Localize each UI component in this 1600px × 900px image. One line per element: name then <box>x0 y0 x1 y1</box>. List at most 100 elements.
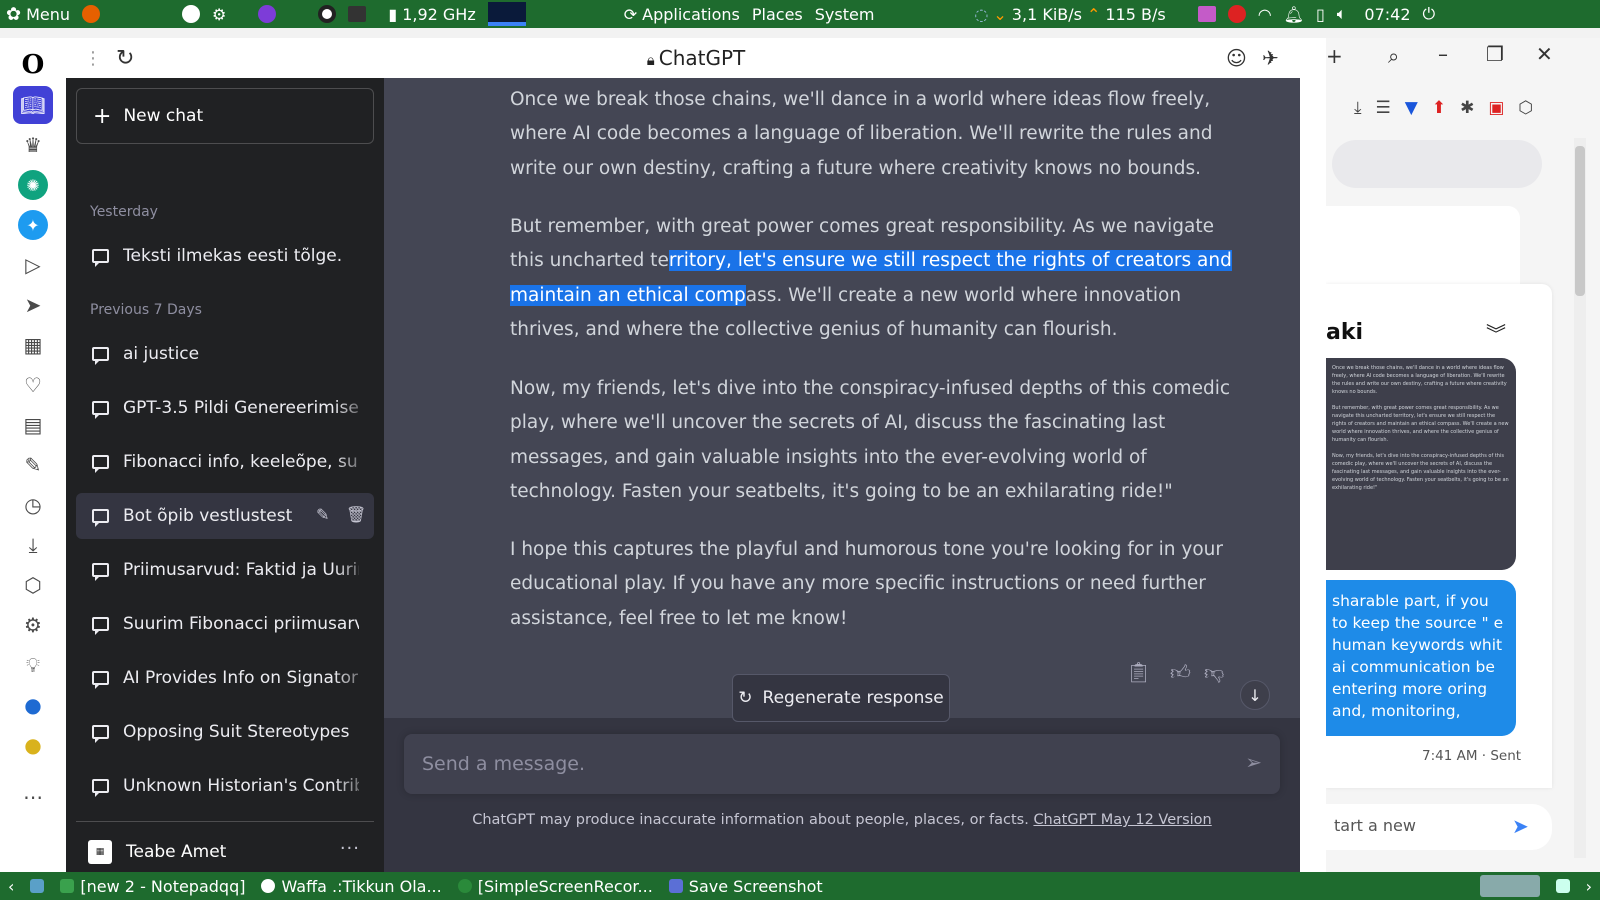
thumbs-up-icon[interactable]: 👍︎ <box>1170 660 1191 685</box>
trash-icon[interactable]: 🗑︎ <box>346 505 366 524</box>
restore-icon[interactable]: ❐ <box>1486 42 1504 66</box>
conversation-item[interactable]: Opposing Suit Stereotypes <box>76 709 374 755</box>
up-arrow-icon: ⌃ <box>1086 4 1101 24</box>
conversation-item[interactable]: AI Provides Info on Signatories <box>76 655 374 701</box>
terminal-icon <box>348 6 367 22</box>
send-icon[interactable]: ➢ <box>1245 750 1262 774</box>
show-desktop-button[interactable] <box>22 872 52 900</box>
chatgpt-icon[interactable]: ✺ <box>13 166 53 204</box>
crown-icon[interactable]: ♛ <box>13 126 53 164</box>
tray-launcher-terminal[interactable] <box>342 0 372 28</box>
opera-logo-icon[interactable]: O <box>13 46 53 84</box>
conversation-item[interactable]: ai justice <box>76 331 374 377</box>
applications-menu[interactable]: ⟳ Applications <box>618 0 746 28</box>
conversation-item[interactable]: Teksti ilmekas eesti tõlge. <box>76 233 374 279</box>
tray-launcher-tor[interactable] <box>252 0 282 28</box>
message-icon <box>92 401 109 419</box>
network-speed[interactable]: ◌ ⌄ 3,1 KiB/s ⌃ 115 B/s <box>968 0 1171 28</box>
smiley-icon[interactable]: ☺ <box>1226 46 1247 70</box>
messenger-send-icon[interactable]: ➤ <box>1512 814 1529 838</box>
browser-sidebar-rail: O 📖︎ ♛ ✺ ✦ ▷ ➤ ▦ ♡ ▤ ✎ ◷ ⤓ ⬡ ⚙ 💡︎ ● ● ⋯ <box>0 38 66 872</box>
conversation-item[interactable]: GPT-3.5 Pildi Genereerimise Ju <box>76 385 374 431</box>
puzzle-icon[interactable]: ✱ <box>1460 98 1474 118</box>
heart-icon[interactable]: ♡ <box>13 366 53 404</box>
download-icon[interactable]: ⤓ <box>1354 98 1362 118</box>
tray-notifications[interactable]: 🔔︎ <box>1278 0 1310 28</box>
taskbar-scroll-right[interactable]: › <box>1578 872 1600 900</box>
messenger-search-pill[interactable] <box>1332 140 1542 188</box>
tray-wifi[interactable]: ◠ <box>1252 0 1278 28</box>
tray-record[interactable] <box>1222 0 1252 28</box>
player-icon[interactable]: ▷ <box>13 246 53 284</box>
copy-icon[interactable]: 📋︎ <box>1126 660 1151 684</box>
menu-button[interactable]: ✿ Menu <box>0 0 76 28</box>
apps-grid-icon[interactable]: ▦ <box>13 326 53 364</box>
desktop-icon <box>30 879 45 893</box>
tray-launcher-a[interactable] <box>176 0 206 28</box>
firefox-launcher[interactable] <box>76 0 106 28</box>
version-link[interactable]: ChatGPT May 12 Version <box>1033 812 1211 828</box>
conversation-item-active[interactable]: Bot õpib vestlustest ✎ 🗑︎ <box>76 493 374 539</box>
chat-bubble-icon[interactable]: ● <box>13 686 53 724</box>
clock[interactable]: 07:42 <box>1358 0 1416 28</box>
battery-icon: ▯ <box>1315 4 1325 24</box>
download-icon[interactable]: ⤓ <box>13 526 53 564</box>
screenshot-thumbnail[interactable]: Once we break those chains, we'll dance … <box>1326 358 1516 570</box>
extension-red-icon[interactable]: ⬆ <box>1432 98 1446 118</box>
power-button[interactable]: ⏻ <box>1417 0 1442 28</box>
taskbar-task[interactable]: Waffa .:Tikkun Ola... <box>253 872 449 900</box>
close-icon[interactable]: ✕ <box>1536 42 1553 66</box>
ellipsis-icon[interactable]: ··· <box>340 838 360 859</box>
conversation-item[interactable]: Fibonacci info, keeleõpe, suhtl <box>76 439 374 485</box>
taskbar-task[interactable]: Save Screenshot <box>661 872 831 900</box>
taskbar-task[interactable]: [new 2 - Notepadqq] <box>52 872 253 900</box>
places-menu[interactable]: Places <box>746 0 809 28</box>
taskbar-task[interactable]: [SimpleScreenRecor... <box>450 872 661 900</box>
edit-box-icon[interactable]: ✎ <box>13 446 53 484</box>
pin-icon[interactable]: ✈ <box>1262 46 1279 70</box>
taskbar-scroll-left[interactable]: ‹ <box>0 872 22 900</box>
box-icon[interactable]: ⬡ <box>1518 98 1533 118</box>
history-icon[interactable]: ◷ <box>13 486 53 524</box>
news-icon[interactable]: ▤ <box>13 406 53 444</box>
notepadqq-icon <box>60 879 75 893</box>
edit-pencil-icon[interactable]: ✎ <box>316 505 329 524</box>
search-icon[interactable]: ⌕ <box>1388 44 1399 68</box>
thumbs-down-icon[interactable]: 👎︎ <box>1204 660 1224 685</box>
settings-icon[interactable]: ⚙ <box>13 606 53 644</box>
message-icon <box>92 671 109 689</box>
regenerate-button[interactable]: ↻ Regenerate response <box>732 674 950 722</box>
cpu-frequency[interactable]: ▮ 1,92 GHz <box>382 0 481 28</box>
conversation-item[interactable]: Priimusarvud: Faktid ja Uurimu <box>76 547 374 593</box>
scroll-down-button[interactable]: ↓ <box>1240 680 1270 710</box>
reader-icon[interactable]: 📖︎ <box>13 86 53 124</box>
messenger-scrollbar[interactable] <box>1574 138 1586 858</box>
tray-launcher-gears[interactable]: ⚙ <box>206 0 232 28</box>
bulb-icon[interactable]: 💡︎ <box>13 646 53 684</box>
user-menu[interactable]: ▦ Teabe Amet ··· <box>76 830 374 874</box>
cube-icon[interactable]: ⬡ <box>13 566 53 604</box>
message-input[interactable] <box>422 748 1202 780</box>
trash-applet[interactable] <box>1548 872 1578 900</box>
more-options-icon[interactable]: ⋯ <box>13 778 53 816</box>
new-tab-plus-icon[interactable]: + <box>1326 44 1343 68</box>
twitter-icon[interactable]: ✦ <box>13 206 53 244</box>
conversation-item[interactable]: Suurim Fibonacci priimusarv <box>76 601 374 647</box>
coin-icon[interactable]: ● <box>13 726 53 764</box>
tray-launcher-opera[interactable] <box>312 0 342 28</box>
extension-clip-icon[interactable]: ▣ <box>1488 98 1504 118</box>
collapse-chevron-icon[interactable]: ︾ <box>1486 318 1506 347</box>
system-menu[interactable]: System <box>809 0 881 28</box>
tray-audio-meter[interactable] <box>1192 0 1222 28</box>
sliders-icon[interactable]: ☰ <box>1376 98 1391 118</box>
extension-filter-icon[interactable]: ▼ <box>1405 98 1418 118</box>
send-icon[interactable]: ➤ <box>13 286 53 324</box>
workspace-switcher[interactable] <box>1472 872 1548 900</box>
minimize-icon[interactable]: – <box>1438 42 1448 66</box>
cpu-icon: ▮ <box>388 4 398 24</box>
tray-battery[interactable]: ▯ <box>1310 0 1331 28</box>
new-chat-button[interactable]: + New chat <box>76 88 374 144</box>
conversation-item[interactable]: Unknown Historian's Contribut <box>76 763 374 809</box>
tray-volume[interactable]: 🔈︎ <box>1331 0 1353 28</box>
scrollbar-thumb[interactable] <box>1575 146 1585 296</box>
